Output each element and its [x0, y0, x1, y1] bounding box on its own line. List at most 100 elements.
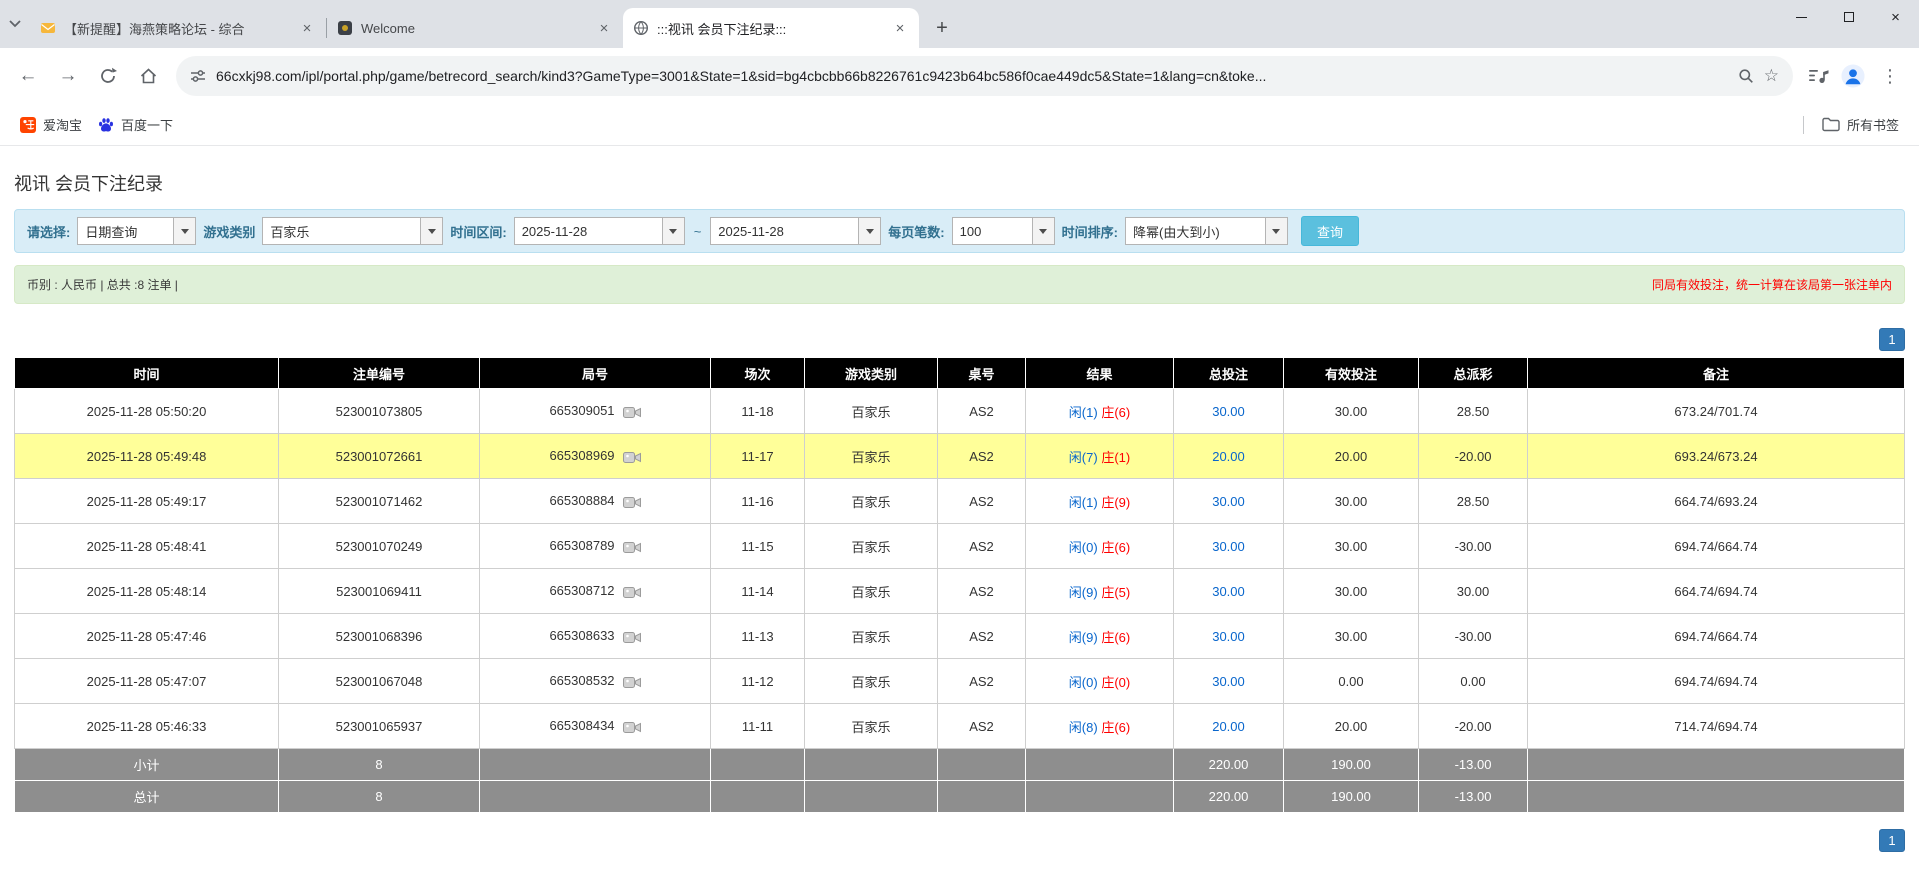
- cell-total-bet: 30.00: [1173, 568, 1284, 614]
- cell-session: 11-17: [710, 433, 805, 479]
- page-size-combobox[interactable]: [951, 217, 1055, 245]
- cell-round-id: 665308633: [479, 613, 711, 659]
- game-type-combobox[interactable]: [262, 217, 444, 245]
- menu-icon[interactable]: ⋮: [1877, 66, 1903, 87]
- table-row: 2025-11-28 05:49:17 523001071462 665308884…: [14, 478, 1905, 524]
- column-header: 总派彩: [1418, 357, 1528, 389]
- footer-total-bet: 220.00: [1173, 780, 1284, 813]
- chevron-down-icon[interactable]: [173, 217, 197, 245]
- column-header: 备注: [1527, 357, 1905, 389]
- url-text[interactable]: 66cxkj98.com/ipl/portal.php/game/betreco…: [216, 68, 1728, 84]
- cell-remark: 714.74/694.74: [1527, 703, 1905, 749]
- column-header: 场次: [710, 357, 805, 389]
- video-replay-icon[interactable]: [622, 721, 641, 734]
- maximize-button[interactable]: [1825, 0, 1872, 34]
- bookmark-star-icon[interactable]: ☆: [1764, 66, 1779, 86]
- sort-input[interactable]: [1124, 217, 1265, 245]
- all-bookmarks-button[interactable]: 所有书签: [1814, 110, 1907, 139]
- sort-combobox[interactable]: [1124, 217, 1288, 245]
- site-settings-icon[interactable]: [190, 68, 206, 84]
- footer-empty: [1025, 748, 1174, 781]
- close-tab-icon[interactable]: ×: [595, 19, 613, 37]
- date-to-input[interactable]: [710, 217, 859, 245]
- chevron-down-icon[interactable]: [1264, 217, 1288, 245]
- query-mode-combobox[interactable]: [77, 217, 197, 245]
- round-number: 665308633: [549, 628, 615, 644]
- pagination-top: 1: [14, 328, 1905, 351]
- tab-search-button[interactable]: [0, 0, 30, 48]
- back-button[interactable]: ←: [10, 58, 46, 94]
- video-replay-icon[interactable]: [622, 541, 641, 554]
- total-bet-link[interactable]: 30.00: [1212, 584, 1245, 599]
- video-replay-icon[interactable]: [622, 631, 641, 644]
- cell-valid-bet: 30.00: [1283, 478, 1419, 524]
- total-bet-link[interactable]: 30.00: [1212, 404, 1245, 419]
- round-number: 665308789: [549, 538, 615, 554]
- welcome-favicon-icon: [337, 20, 353, 36]
- forward-button[interactable]: →: [50, 58, 86, 94]
- tab-forum[interactable]: 【新提醒】海燕策略论坛 - 综合 ×: [30, 8, 326, 48]
- close-tab-icon[interactable]: ×: [891, 19, 909, 37]
- bookmark-label: 百度一下: [121, 118, 174, 133]
- result-banker: 庄(6): [1101, 629, 1131, 645]
- result-player: 闲(1): [1068, 494, 1098, 510]
- cell-game-type: 百家乐: [804, 478, 938, 524]
- total-bet-link[interactable]: 30.00: [1212, 629, 1245, 644]
- column-header: 时间: [14, 357, 279, 389]
- total-bet-link[interactable]: 30.00: [1212, 539, 1245, 554]
- table-header-row: 时间 注单编号 局号 场次 游戏类别 桌号 结果 总投注 有效投注 总派彩 备注: [14, 357, 1905, 389]
- tab-bet-records[interactable]: :::视讯 会员下注纪录::: ×: [623, 8, 919, 48]
- chevron-down-icon[interactable]: [661, 217, 685, 245]
- query-mode-input[interactable]: [77, 217, 174, 245]
- date-from-input[interactable]: [513, 217, 662, 245]
- profile-avatar[interactable]: [1841, 64, 1865, 88]
- new-tab-button[interactable]: +: [927, 13, 957, 43]
- address-bar[interactable]: 66cxkj98.com/ipl/portal.php/game/betreco…: [176, 56, 1793, 96]
- cell-payout: -20.00: [1418, 703, 1528, 749]
- cell-round-id: 665308789: [479, 523, 711, 569]
- video-replay-icon[interactable]: [622, 676, 641, 689]
- bookmark-baidu[interactable]: 百度一下: [90, 110, 181, 139]
- page-size-input[interactable]: [951, 217, 1032, 245]
- cell-table-no: AS2: [937, 478, 1026, 524]
- video-replay-icon[interactable]: [622, 406, 641, 419]
- round-number: 665309051: [549, 403, 615, 419]
- search-button[interactable]: 查询: [1300, 216, 1359, 246]
- cell-total-bet: 30.00: [1173, 478, 1284, 524]
- game-type-input[interactable]: [262, 217, 421, 245]
- cell-table-no: AS2: [937, 613, 1026, 659]
- video-replay-icon[interactable]: [622, 451, 641, 464]
- total-bet-link[interactable]: 30.00: [1212, 494, 1245, 509]
- reload-button[interactable]: [90, 58, 126, 94]
- close-window-button[interactable]: ×: [1872, 0, 1919, 34]
- minimize-button[interactable]: [1778, 0, 1825, 34]
- close-tab-icon[interactable]: ×: [298, 19, 316, 37]
- page-button-1[interactable]: 1: [1879, 328, 1905, 351]
- bookmark-aitaobao[interactable]: 爱淘宝: [12, 110, 90, 139]
- media-controls-icon[interactable]: [1809, 68, 1829, 84]
- range-separator: ~: [693, 223, 702, 239]
- cell-round-id: 665308969: [479, 433, 711, 479]
- video-replay-icon[interactable]: [622, 586, 641, 599]
- chevron-down-icon[interactable]: [1031, 217, 1055, 245]
- home-button[interactable]: [130, 58, 166, 94]
- video-replay-icon[interactable]: [622, 496, 641, 509]
- column-header: 局号: [479, 357, 711, 389]
- zoom-icon[interactable]: [1738, 68, 1754, 84]
- page-button-1[interactable]: 1: [1879, 829, 1905, 852]
- bookmarks-divider: [1802, 115, 1804, 134]
- total-bet-link[interactable]: 30.00: [1212, 674, 1245, 689]
- date-to-picker[interactable]: [710, 217, 882, 245]
- cell-table-no: AS2: [937, 433, 1026, 479]
- tab-welcome[interactable]: Welcome ×: [327, 8, 623, 48]
- cell-session: 11-11: [710, 703, 805, 749]
- total-bet-link[interactable]: 20.00: [1212, 449, 1245, 464]
- footer-empty: [1527, 748, 1905, 781]
- window-controls: ×: [1778, 0, 1919, 34]
- chevron-down-icon[interactable]: [858, 217, 882, 245]
- chevron-down-icon[interactable]: [420, 217, 444, 245]
- result-player: 闲(1): [1068, 404, 1098, 420]
- total-bet-link[interactable]: 20.00: [1212, 719, 1245, 734]
- date-from-picker[interactable]: [513, 217, 685, 245]
- tab-title: :::视讯 会员下注纪录:::: [657, 21, 787, 37]
